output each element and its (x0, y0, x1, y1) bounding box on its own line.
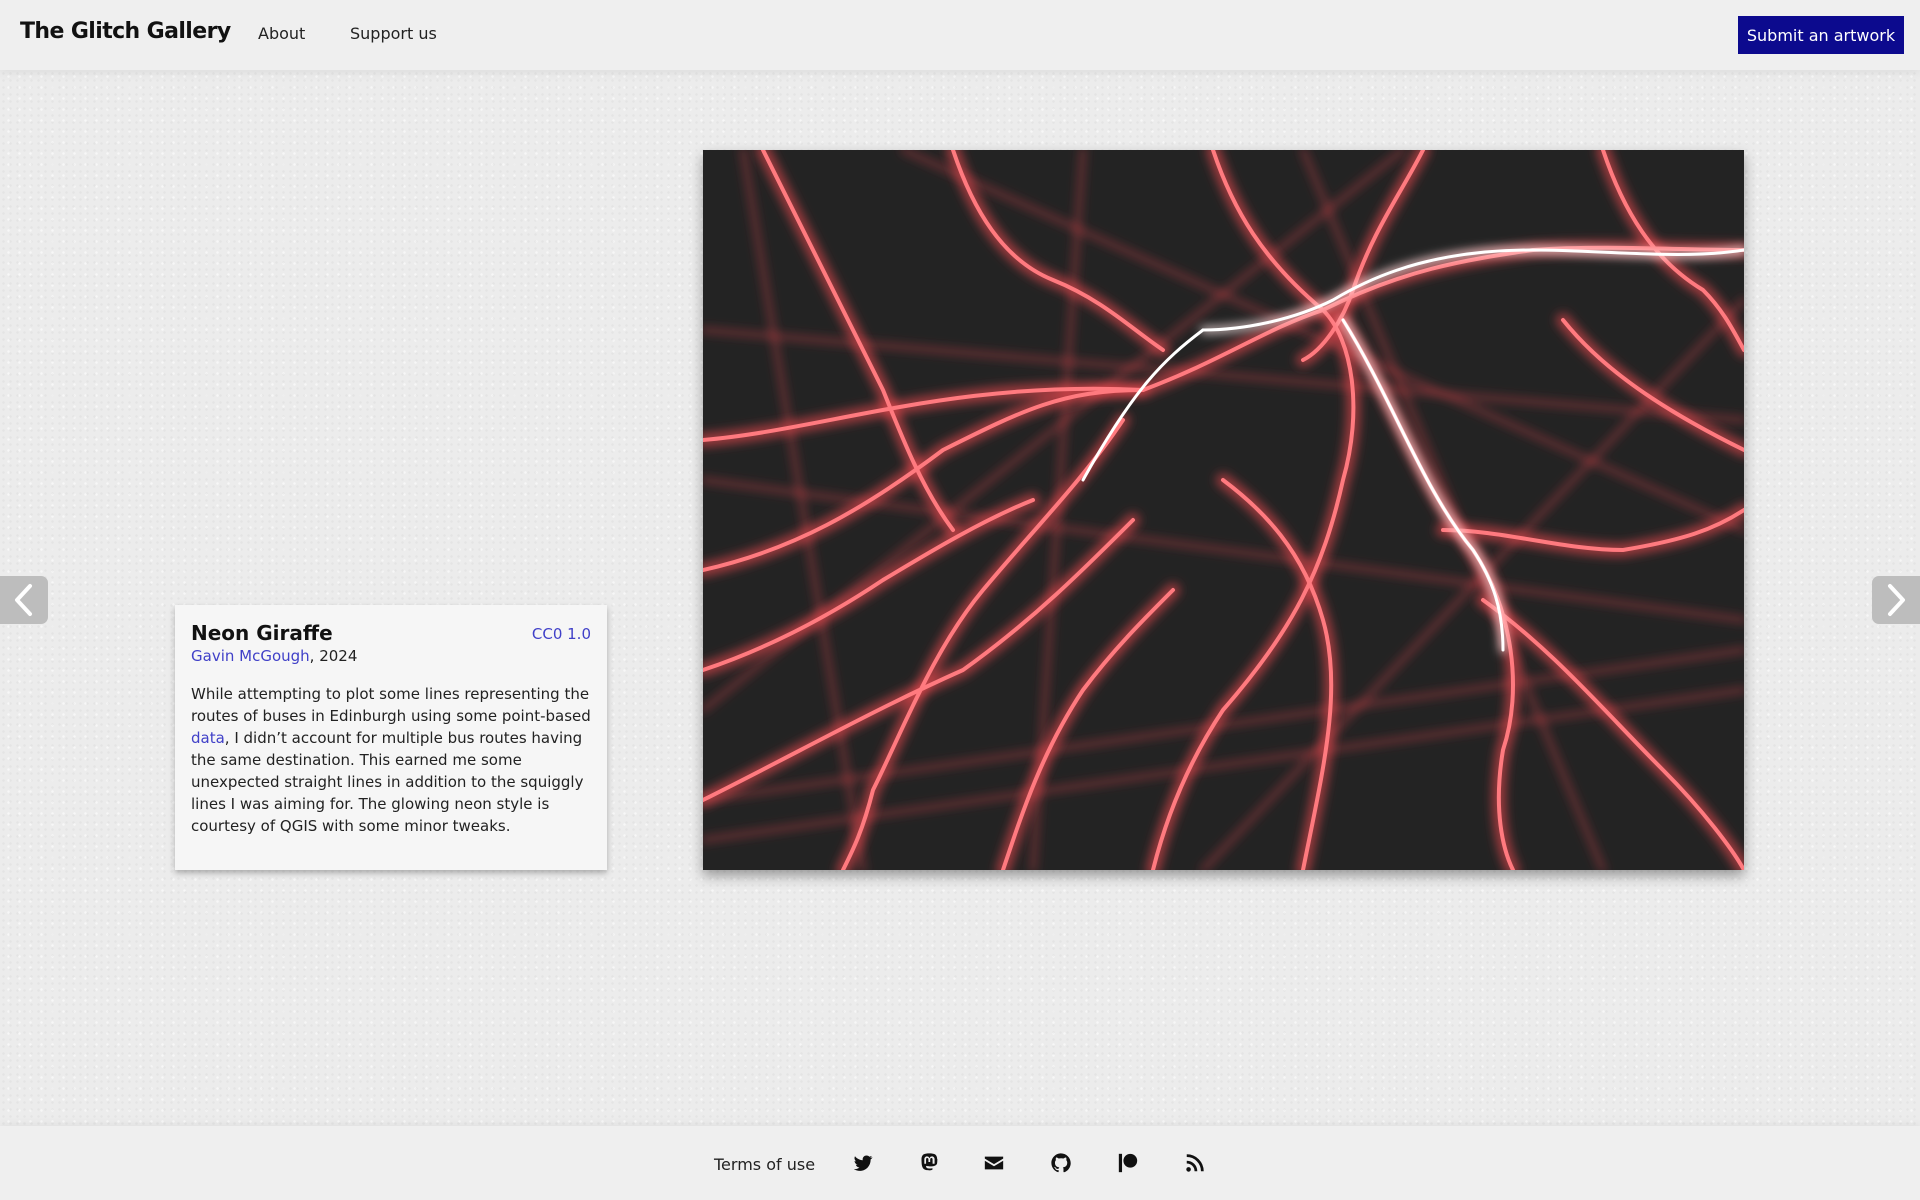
artwork-image (703, 150, 1744, 870)
license-link[interactable]: CC0 1.0 (532, 625, 591, 643)
artwork-title: Neon Giraffe (191, 621, 333, 645)
artwork-year: , 2024 (309, 647, 358, 665)
previous-artwork-button[interactable] (0, 576, 48, 624)
next-artwork-button[interactable] (1872, 576, 1920, 624)
rss-icon[interactable] (1184, 1152, 1206, 1174)
artwork-byline: Gavin McGough, 2024 (191, 647, 357, 665)
email-icon[interactable] (983, 1152, 1005, 1174)
description-text: While attempting to plot some lines repr… (191, 685, 591, 725)
chevron-left-icon (15, 584, 32, 616)
site-logo[interactable]: The Glitch Gallery (20, 19, 231, 44)
chevron-right-icon (1888, 584, 1905, 616)
description-text-continued: , I didn’t account for multiple bus rout… (191, 729, 584, 835)
artwork-description: While attempting to plot some lines repr… (191, 683, 591, 837)
site-header: The Glitch Gallery About Support us Subm… (0, 0, 1920, 70)
patreon-icon[interactable] (1117, 1152, 1139, 1174)
nav-about[interactable]: About (258, 24, 305, 43)
site-footer (0, 1126, 1920, 1200)
twitter-icon[interactable] (852, 1152, 874, 1174)
artist-link[interactable]: Gavin McGough (191, 647, 310, 665)
mastodon-icon[interactable] (918, 1152, 940, 1174)
submit-artwork-button[interactable]: Submit an artwork (1738, 16, 1904, 54)
terms-of-use-link[interactable]: Terms of use (714, 1155, 815, 1174)
github-icon[interactable] (1050, 1152, 1072, 1174)
nav-support-us[interactable]: Support us (350, 24, 437, 43)
artwork-info-card: Neon Giraffe CC0 1.0 Gavin McGough, 2024… (175, 605, 607, 870)
data-link[interactable]: data (191, 729, 225, 747)
